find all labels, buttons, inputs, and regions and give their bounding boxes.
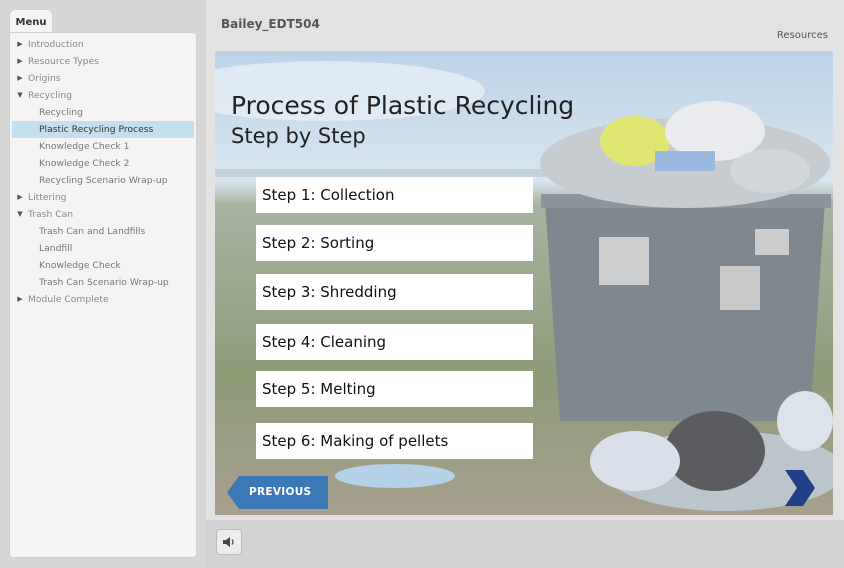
- step-box-2: Step 2: Sorting: [256, 225, 533, 261]
- step-box-1: Step 1: Collection: [256, 177, 533, 213]
- step-box-3: Step 3: Shredding: [256, 274, 533, 310]
- menu-item-label: Knowledge Check: [39, 260, 121, 271]
- menu-item[interactable]: Trash Can and Landfills: [10, 223, 196, 240]
- audio-button[interactable]: [216, 529, 242, 555]
- caret-right-icon[interactable]: ▶: [16, 189, 24, 206]
- menu-item-label: Plastic Recycling Process: [39, 124, 154, 135]
- menu-item[interactable]: Knowledge Check 1: [10, 138, 196, 155]
- menu-sidebar: Menu ▶ Introduction ▶ Resource Types ▶ Origin…: [0, 0, 206, 568]
- menu-section[interactable]: ▶ Resource Types: [10, 53, 196, 70]
- menu-section[interactable]: ▼ Recycling: [10, 87, 196, 104]
- slide-title: Process of Plastic Recycling: [231, 91, 575, 120]
- menu-item-label: Resource Types: [28, 56, 99, 67]
- menu-item-label: Landfill: [39, 243, 73, 254]
- menu-item-label: Trash Can: [28, 209, 74, 220]
- menu-item[interactable]: Knowledge Check 2: [10, 155, 196, 172]
- menu-item-label: Littering: [28, 192, 67, 203]
- menu-item-label: Trash Can and Landfills: [39, 226, 146, 237]
- menu-item-label: Knowledge Check 2: [39, 158, 130, 169]
- previous-label: PREVIOUS: [249, 486, 312, 498]
- speaker-icon: [223, 537, 234, 547]
- caret-down-icon[interactable]: ▼: [16, 206, 24, 223]
- menu-item-label: Origins: [28, 73, 61, 84]
- slide-subtitle: Step by Step: [231, 124, 366, 148]
- resources-link[interactable]: Resources: [777, 30, 828, 41]
- next-button[interactable]: [781, 468, 817, 508]
- menu-item[interactable]: Knowledge Check: [10, 257, 196, 274]
- caret-right-icon[interactable]: ▶: [16, 291, 24, 308]
- menu-item-label: Recycling: [39, 107, 83, 118]
- slide-stage: Process of Plastic Recycling Step by Ste…: [215, 51, 833, 515]
- menu-section[interactable]: ▶ Introduction: [10, 36, 196, 53]
- caret-right-icon[interactable]: ▶: [16, 53, 24, 70]
- menu-section[interactable]: ▼ Trash Can: [10, 206, 196, 223]
- menu-item-label: Introduction: [28, 39, 84, 50]
- menu-item[interactable]: Plastic Recycling Process: [12, 121, 194, 138]
- menu-item-label: Recycling Scenario Wrap-up: [39, 175, 168, 186]
- course-title: Bailey_EDT504: [221, 17, 320, 31]
- menu-item[interactable]: Recycling: [10, 104, 196, 121]
- menu-item[interactable]: Recycling Scenario Wrap-up: [10, 172, 196, 189]
- menu-panel: ▶ Introduction ▶ Resource Types ▶ Origins ▼ Rec…: [9, 32, 197, 558]
- chevron-right-icon: [785, 470, 815, 506]
- menu-section[interactable]: ▶ Littering: [10, 189, 196, 206]
- step-box-6: Step 6: Making of pellets: [256, 423, 533, 459]
- menu-item[interactable]: Trash Can Scenario Wrap-up: [10, 274, 196, 291]
- player-controls-bar: [206, 520, 844, 568]
- menu-section[interactable]: ▶ Module Complete: [10, 291, 196, 308]
- caret-down-icon[interactable]: ▼: [16, 87, 24, 104]
- menu-section[interactable]: ▶ Origins: [10, 70, 196, 87]
- previous-button[interactable]: PREVIOUS: [227, 476, 328, 509]
- menu-tab[interactable]: Menu: [9, 9, 53, 34]
- menu-item-label: Module Complete: [28, 294, 109, 305]
- menu-item-label: Trash Can Scenario Wrap-up: [39, 277, 169, 288]
- step-box-5: Step 5: Melting: [256, 371, 533, 407]
- caret-right-icon[interactable]: ▶: [16, 70, 24, 87]
- caret-right-icon[interactable]: ▶: [16, 36, 24, 53]
- menu-item-label: Knowledge Check 1: [39, 141, 130, 152]
- menu-item[interactable]: Landfill: [10, 240, 196, 257]
- step-box-4: Step 4: Cleaning: [256, 324, 533, 360]
- menu-item-label: Recycling: [28, 90, 72, 101]
